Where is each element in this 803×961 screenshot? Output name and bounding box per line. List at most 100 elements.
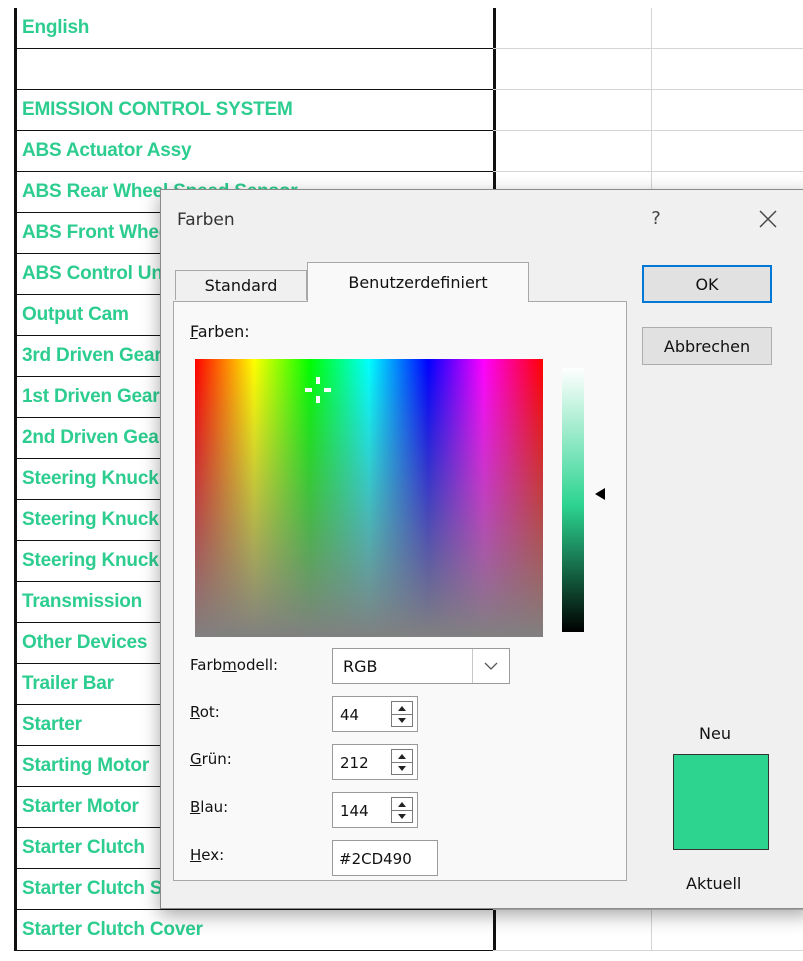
green-decrement-button[interactable] [392,762,412,774]
hex-label-accel: H [190,846,202,864]
blue-field[interactable]: 144 [332,792,418,828]
ok-button[interactable]: OK [642,265,772,303]
red-field[interactable]: 44 [332,696,418,732]
chevron-down-icon [484,662,498,670]
cell-b[interactable] [493,90,652,131]
cell-text: Starter [22,714,82,735]
cell-text: ABS Control Unit [22,263,174,284]
colors-label-accel: F [190,322,198,341]
new-color-label: Neu [699,724,731,743]
color-model-label-a: Farb [190,656,223,674]
green-label-accel: G [190,750,202,768]
cancel-button[interactable]: Abbrechen [642,327,772,365]
cell-text: Trailer Bar [22,673,114,694]
cell-a[interactable]: Starter Clutch Cover [14,910,496,951]
cell-a[interactable]: English [14,8,496,49]
cell-text: Steering Knuckle [22,550,175,571]
arrow-down-icon [398,765,406,771]
cell-c[interactable] [652,90,803,131]
tab-custom[interactable]: Benutzerdefiniert [307,262,529,302]
cell-text: 3rd Driven Gear [22,345,162,366]
green-label: Grün: [190,750,232,768]
cell-text: Other Devices [22,632,148,653]
crosshair-icon[interactable] [303,375,333,405]
cell-a[interactable]: ABS Actuator Assy [14,131,496,172]
colors-label: Farben: [190,322,250,341]
cell-b[interactable] [493,131,652,172]
hex-input[interactable]: #2CD490 [332,840,438,876]
sheet-row: Starter Clutch Cover [0,910,803,951]
tab-standard[interactable]: Standard [175,270,307,300]
cell-a[interactable] [14,49,496,90]
sheet-row [0,49,803,90]
color-model-label: Farbmodell: [190,656,278,674]
color-dialog: Farben ? Standard Benutzerdefiniert Farb… [160,189,803,909]
hex-label: Hex: [190,846,224,864]
current-color-label: Aktuell [686,874,742,893]
cell-c[interactable] [652,131,803,172]
luminance-arrow-icon[interactable] [595,488,605,500]
blue-decrement-button[interactable] [392,810,412,822]
arrow-up-icon [398,753,406,759]
cell-b[interactable] [493,49,652,90]
colors-label-rest: arben: [197,322,250,341]
sheet-row: English [0,8,803,49]
cell-text: 2nd Driven Gear [22,427,166,448]
red-value: 44 [340,706,360,724]
close-button[interactable] [751,202,785,236]
cell-c[interactable] [652,49,803,90]
cell-text: Starter Motor [22,796,139,817]
arrow-down-icon [398,813,406,819]
color-spectrum[interactable] [195,359,543,637]
hex-value: #2CD490 [339,850,412,868]
color-model-label-accel: m [222,656,237,674]
cell-text: 1st Driven Gear [22,386,160,407]
sheet-row: EMISSION CONTROL SYSTEM [0,90,803,131]
custom-color-panel: Farben: Farbmodell: RGB Rot: 44 Grün: 21… [173,301,627,881]
green-value: 212 [340,754,369,772]
color-model-value: RGB [343,657,378,676]
color-model-label-b: odell: [236,656,279,674]
red-label: Rot: [190,703,220,721]
cell-text: EMISSION CONTROL SYSTEM [22,99,293,120]
red-decrement-button[interactable] [392,714,412,726]
color-model-select[interactable]: RGB [332,648,510,684]
green-label-rest: rün: [201,750,232,768]
cell-text: Steering Knuckle [22,468,175,489]
close-icon [759,210,777,228]
cell-text: Transmission [22,591,143,612]
sheet-row: ABS Actuator Assy [0,131,803,172]
cell-text: Steering Knuckle [22,509,175,530]
cell-text: Output Cam [22,304,129,325]
blue-spinner [391,797,413,823]
cell-a[interactable]: EMISSION CONTROL SYSTEM [14,90,496,131]
green-spinner [391,749,413,775]
hex-label-rest: ex: [201,846,225,864]
red-label-rest: ot: [199,703,220,721]
cell-c[interactable] [652,910,803,951]
blue-label-rest: lau: [200,798,229,816]
arrow-up-icon [398,705,406,711]
dropdown-button[interactable] [472,649,509,683]
arrow-up-icon [398,801,406,807]
luminance-slider[interactable] [562,368,584,632]
color-preview-swatch [673,754,769,850]
arrow-down-icon [398,717,406,723]
cell-text: Starting Motor [22,755,150,776]
cell-b[interactable] [493,910,652,951]
cell-text: ABS Actuator Assy [22,140,192,161]
cell-text: English [22,17,90,38]
red-spinner [391,701,413,727]
cell-text: Starter Clutch Set [22,878,179,899]
green-field[interactable]: 212 [332,744,418,780]
dialog-title: Farben [177,210,235,230]
blue-label-accel: B [190,798,201,816]
cell-text: Starter Clutch [22,837,145,858]
blue-label: Blau: [190,798,228,816]
cell-c[interactable] [652,8,803,49]
red-label-accel: R [190,703,200,721]
blue-value: 144 [340,802,369,820]
help-button[interactable]: ? [641,204,671,234]
cell-b[interactable] [493,8,652,49]
cell-text: Starter Clutch Cover [22,919,203,940]
